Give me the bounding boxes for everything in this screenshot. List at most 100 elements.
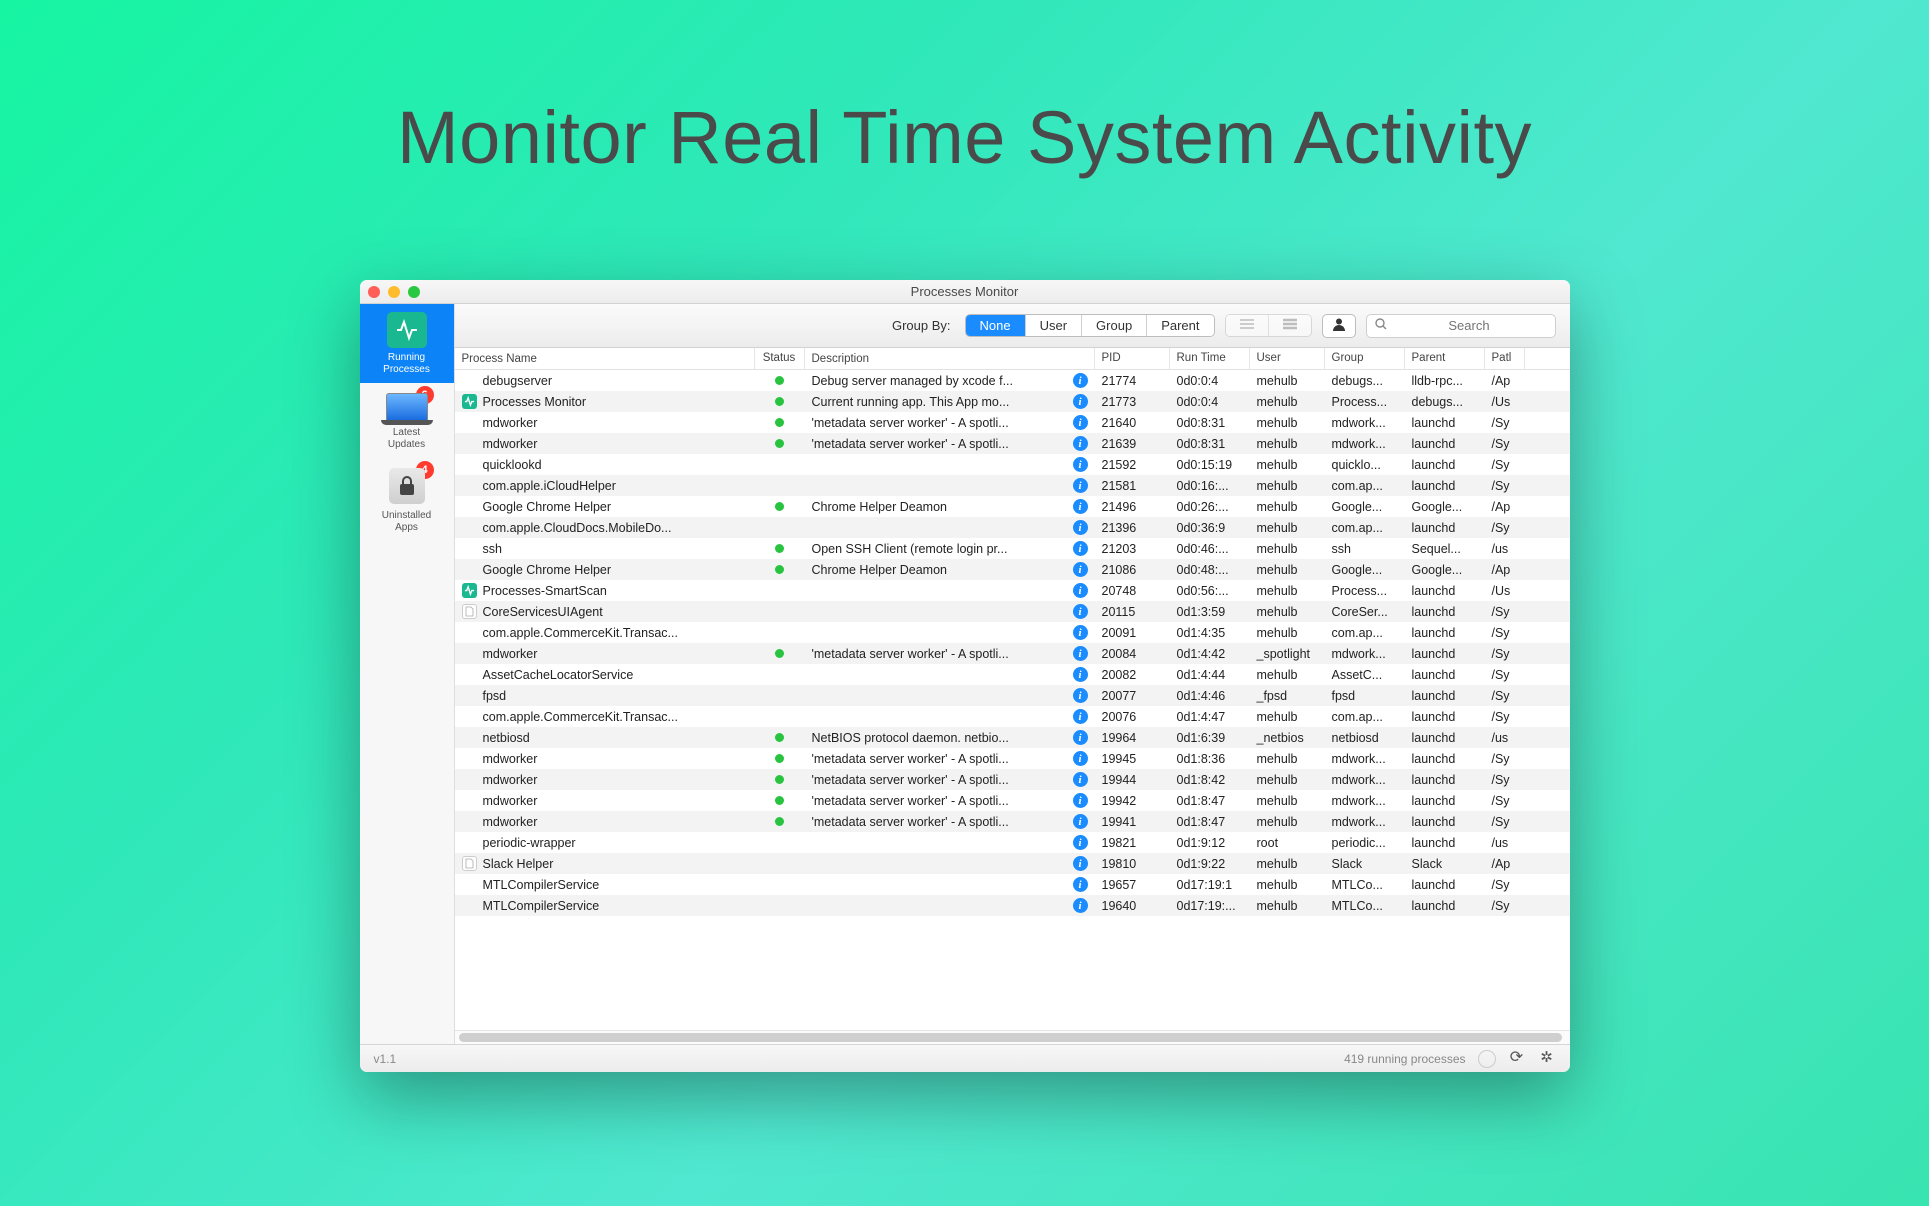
info-icon[interactable]: i — [1073, 457, 1088, 472]
cell-path: /Sy — [1485, 794, 1525, 808]
column-header-path[interactable]: Patl — [1485, 348, 1525, 369]
table-row[interactable]: sshOpen SSH Client (remote login pr...i2… — [455, 538, 1570, 559]
groupby-option-group[interactable]: Group — [1082, 315, 1147, 336]
cell-path: /Sy — [1485, 899, 1525, 913]
cell-runtime: 0d1:6:39 — [1170, 731, 1250, 745]
view-list-bold-icon[interactable] — [1269, 315, 1311, 336]
table-row[interactable]: AssetCacheLocatorServicei200820d1:4:44me… — [455, 664, 1570, 685]
info-icon[interactable]: i — [1073, 667, 1088, 682]
refresh-button[interactable]: ⟳ — [1508, 1050, 1526, 1068]
info-icon[interactable]: i — [1073, 751, 1088, 766]
info-icon[interactable]: i — [1073, 499, 1088, 514]
sidebar-item-running-processes[interactable]: Running Processes — [360, 304, 454, 383]
cell-runtime: 0d1:4:46 — [1170, 689, 1250, 703]
search-field[interactable] — [1366, 314, 1556, 338]
table-row[interactable]: mdworker'metadata server worker' - A spo… — [455, 412, 1570, 433]
cell-pid: 21640 — [1095, 416, 1170, 430]
cell-process-name: quicklookd — [455, 457, 755, 472]
table-row[interactable]: Google Chrome HelperChrome Helper Deamon… — [455, 496, 1570, 517]
cell-process-name: com.apple.CommerceKit.Transac... — [455, 625, 755, 640]
column-header-user[interactable]: User — [1250, 348, 1325, 369]
table-row[interactable]: com.apple.CommerceKit.Transac...i200760d… — [455, 706, 1570, 727]
table-row[interactable]: periodic-wrapperi198210d1:9:12rootperiod… — [455, 832, 1570, 853]
cell-pid: 19964 — [1095, 731, 1170, 745]
cell-user: mehulb — [1250, 437, 1325, 451]
table-row[interactable]: mdworker'metadata server worker' - A spo… — [455, 811, 1570, 832]
cell-parent: launchd — [1405, 689, 1485, 703]
info-icon[interactable]: i — [1073, 373, 1088, 388]
table-row[interactable]: mdworker'metadata server worker' - A spo… — [455, 769, 1570, 790]
info-icon[interactable]: i — [1073, 478, 1088, 493]
info-icon[interactable]: i — [1073, 835, 1088, 850]
info-icon[interactable]: i — [1073, 898, 1088, 913]
info-icon[interactable]: i — [1073, 814, 1088, 829]
info-icon[interactable]: i — [1073, 688, 1088, 703]
table-row[interactable]: MTLCompilerServicei196570d17:19:1mehulbM… — [455, 874, 1570, 895]
table-row[interactable]: quicklookdi215920d0:15:19mehulbquicklo..… — [455, 454, 1570, 475]
info-icon[interactable]: i — [1073, 583, 1088, 598]
cell-group: mdwork... — [1325, 815, 1405, 829]
info-icon[interactable]: i — [1073, 709, 1088, 724]
table-row[interactable]: mdworker'metadata server worker' - A spo… — [455, 433, 1570, 454]
cell-user: mehulb — [1250, 878, 1325, 892]
cell-pid: 19810 — [1095, 857, 1170, 871]
info-icon[interactable]: i — [1073, 604, 1088, 619]
info-icon[interactable]: i — [1073, 730, 1088, 745]
table-row[interactable]: MTLCompilerServicei196400d17:19:...mehul… — [455, 895, 1570, 916]
groupby-option-parent[interactable]: Parent — [1147, 315, 1213, 336]
sidebar-item-latest-updates[interactable]: 6 Latest Updates — [360, 383, 454, 458]
cell-process-name: Google Chrome Helper — [455, 499, 755, 514]
column-header-parent[interactable]: Parent — [1405, 348, 1485, 369]
column-header-group[interactable]: Group — [1325, 348, 1405, 369]
info-icon[interactable]: i — [1073, 562, 1088, 577]
table-row[interactable]: Processes-SmartScani207480d0:56:...mehul… — [455, 580, 1570, 601]
column-header-runtime[interactable]: Run Time — [1170, 348, 1250, 369]
table-row[interactable]: Slack Helperi198100d1:9:22mehulbSlackSla… — [455, 853, 1570, 874]
cell-group: mdwork... — [1325, 647, 1405, 661]
column-header-process-name[interactable]: Process Name — [455, 348, 755, 369]
scrollbar-thumb[interactable] — [459, 1033, 1563, 1042]
column-header-description[interactable]: Description — [805, 348, 1095, 369]
search-input[interactable] — [1392, 318, 1547, 333]
cell-group: MTLCo... — [1325, 899, 1405, 913]
table-row[interactable]: Processes MonitorCurrent running app. Th… — [455, 391, 1570, 412]
table-body: debugserverDebug server managed by xcode… — [455, 370, 1570, 1030]
info-icon[interactable]: i — [1073, 415, 1088, 430]
column-header-pid[interactable]: PID — [1095, 348, 1170, 369]
groupby-option-none[interactable]: None — [966, 315, 1026, 336]
table-row[interactable]: com.apple.CommerceKit.Transac...i200910d… — [455, 622, 1570, 643]
sidebar-item-label: Latest Updates — [360, 427, 454, 450]
sidebar-item-uninstalled-apps[interactable]: 4 Uninstalled Apps — [360, 458, 454, 541]
cell-user: mehulb — [1250, 542, 1325, 556]
info-icon[interactable]: i — [1073, 625, 1088, 640]
settings-button[interactable]: ✲ — [1538, 1050, 1556, 1068]
horizontal-scrollbar[interactable] — [455, 1030, 1570, 1044]
column-header-status[interactable]: Status — [755, 348, 805, 369]
info-icon[interactable]: i — [1073, 436, 1088, 451]
table-row[interactable]: com.apple.CloudDocs.MobileDo...i213960d0… — [455, 517, 1570, 538]
cell-group: com.ap... — [1325, 710, 1405, 724]
table-row[interactable]: mdworker'metadata server worker' - A spo… — [455, 748, 1570, 769]
table-row[interactable]: mdworker'metadata server worker' - A spo… — [455, 643, 1570, 664]
info-icon[interactable]: i — [1073, 541, 1088, 556]
cell-pid: 19945 — [1095, 752, 1170, 766]
table-row[interactable]: mdworker'metadata server worker' - A spo… — [455, 790, 1570, 811]
info-icon[interactable]: i — [1073, 520, 1088, 535]
info-icon[interactable]: i — [1073, 793, 1088, 808]
cell-user: mehulb — [1250, 500, 1325, 514]
table-row[interactable]: netbiosdNetBIOS protocol daemon. netbio.… — [455, 727, 1570, 748]
table-row[interactable]: CoreServicesUIAgenti201150d1:3:59mehulbC… — [455, 601, 1570, 622]
info-icon[interactable]: i — [1073, 394, 1088, 409]
table-row[interactable]: Google Chrome HelperChrome Helper Deamon… — [455, 559, 1570, 580]
cell-user: mehulb — [1250, 479, 1325, 493]
info-icon[interactable]: i — [1073, 856, 1088, 871]
table-row[interactable]: fpsdi200770d1:4:46_fpsdfpsdlaunchd/Sy — [455, 685, 1570, 706]
info-icon[interactable]: i — [1073, 772, 1088, 787]
table-row[interactable]: com.apple.iCloudHelperi215810d0:16:...me… — [455, 475, 1570, 496]
info-icon[interactable]: i — [1073, 877, 1088, 892]
groupby-option-user[interactable]: User — [1026, 315, 1082, 336]
table-row[interactable]: debugserverDebug server managed by xcode… — [455, 370, 1570, 391]
info-icon[interactable]: i — [1073, 646, 1088, 661]
user-filter-button[interactable] — [1322, 314, 1356, 338]
view-list-icon[interactable] — [1226, 315, 1269, 336]
